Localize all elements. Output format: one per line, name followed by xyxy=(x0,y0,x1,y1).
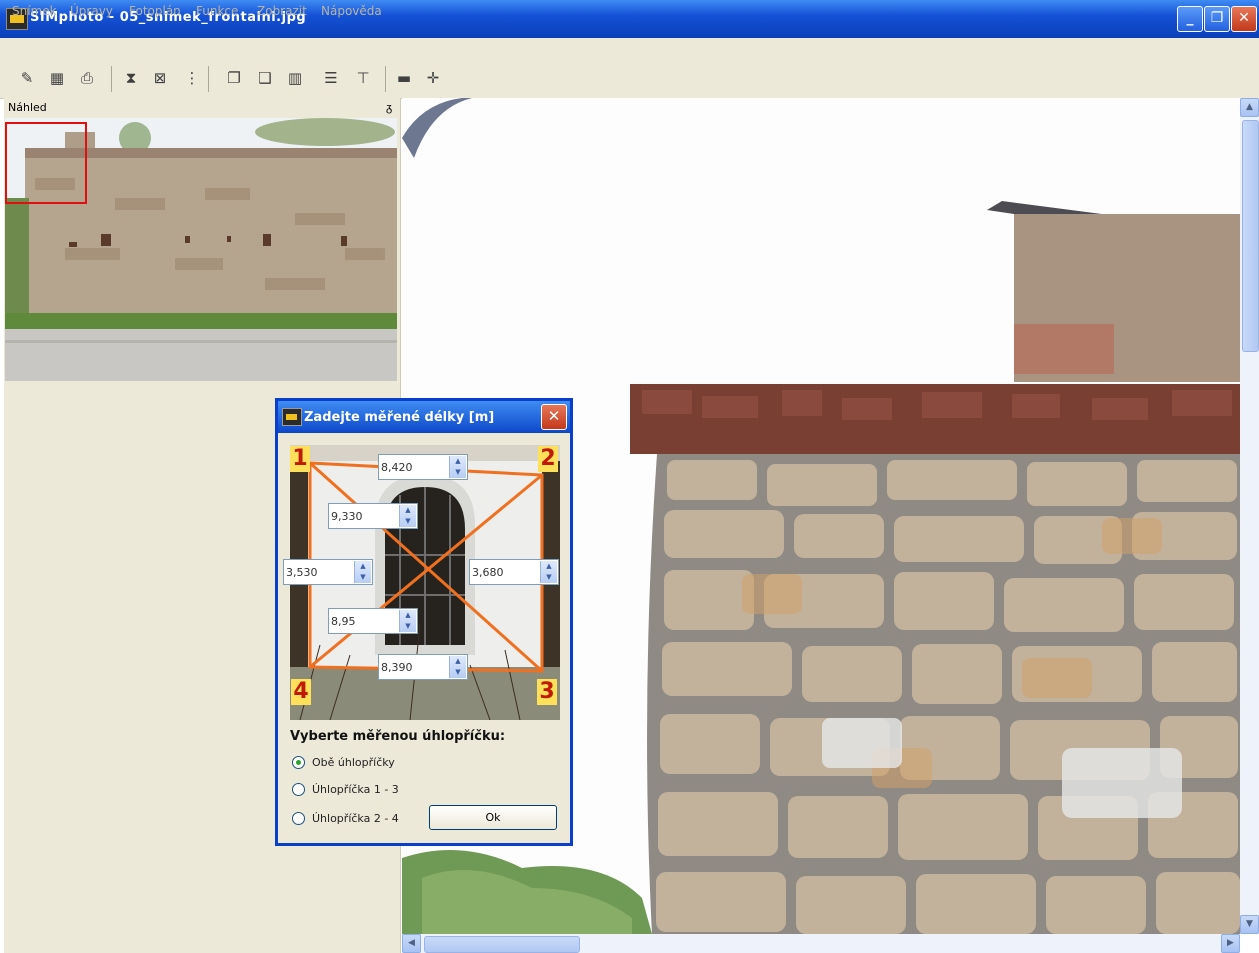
menu-snimek[interactable]: Snímek xyxy=(12,4,57,18)
save-icon[interactable]: ▦ xyxy=(48,70,66,86)
right-length-field[interactable]: ▲▼ xyxy=(469,559,559,585)
menu-fotoplan[interactable]: Fotoplán xyxy=(129,4,181,18)
bottom-length-input[interactable] xyxy=(379,655,445,679)
grid-icon[interactable]: ▥ xyxy=(286,70,304,86)
copy-icon[interactable]: ❐ xyxy=(225,70,243,86)
radio-diagonal-1-3-label[interactable]: Úhlopříčka 1 - 3 xyxy=(312,783,399,796)
corner-label-4: 4 xyxy=(291,679,311,705)
menu-napoveda[interactable]: Nápověda xyxy=(321,4,382,18)
open-icon[interactable]: ✎ xyxy=(18,70,36,86)
left-length-field[interactable]: ▲▼ xyxy=(283,559,373,585)
diagonal-2-4-input[interactable] xyxy=(329,609,395,633)
scroll-left-button[interactable]: ◀ xyxy=(402,934,421,953)
points-icon[interactable]: ⋮ xyxy=(183,70,201,86)
top-length-input[interactable] xyxy=(379,455,445,479)
scroll-down-button[interactable]: ▼ xyxy=(1240,915,1259,934)
radio-diagonal-2-4[interactable] xyxy=(292,812,305,825)
toolbar-separator xyxy=(208,66,209,92)
spinner-arrows-icon[interactable]: ▲ ▼ xyxy=(354,561,371,583)
diagonal-1-3-field[interactable]: ▲▼ xyxy=(328,503,418,529)
spinner-arrows-icon[interactable]: ▲ ▼ xyxy=(540,561,557,583)
preview-panel-title: Náhled xyxy=(8,101,47,114)
toolbar-separator xyxy=(111,66,112,92)
corner-label-1: 1 xyxy=(290,446,310,472)
dialog-close-button[interactable]: ✕ xyxy=(541,404,567,430)
print-icon[interactable]: ⎙ xyxy=(78,70,96,86)
close-button[interactable]: ✕ xyxy=(1231,6,1257,32)
left-length-input[interactable] xyxy=(284,560,350,584)
radio-both-diagonals-label[interactable]: Obě úhlopříčky xyxy=(312,756,395,769)
diagonal-question: Vyberte měřenou úhlopříčku: xyxy=(290,729,506,744)
ok-button[interactable]: Ok xyxy=(429,805,557,830)
bottom-length-field[interactable]: ▲▼ xyxy=(378,654,468,680)
corner-label-2: 2 xyxy=(538,446,558,472)
spinner-arrows-icon[interactable]: ▲ ▼ xyxy=(399,610,416,632)
horizontal-scroll-thumb[interactable] xyxy=(424,936,580,953)
corner-label-3: 3 xyxy=(537,679,557,705)
preview-viewport-selection[interactable] xyxy=(5,122,87,204)
top-length-field[interactable]: ▲▼ xyxy=(378,454,468,480)
pin-icon[interactable]: ᵹ xyxy=(386,101,392,114)
scroll-right-button[interactable]: ▶ xyxy=(1221,934,1240,953)
menu-bar xyxy=(0,38,1259,60)
radio-diagonal-2-4-label[interactable]: Úhlopříčka 2 - 4 xyxy=(312,812,399,825)
diagonal-1-3-input[interactable] xyxy=(329,504,395,528)
scroll-up-button[interactable]: ▲ xyxy=(1240,98,1259,117)
rectangle-icon[interactable]: ▬ xyxy=(395,70,413,86)
menu-funkce[interactable]: Funkce xyxy=(196,4,238,18)
toolbar-separator xyxy=(385,66,386,92)
radio-diagonal-1-3[interactable] xyxy=(292,783,305,796)
crosshair-icon[interactable]: ✛ xyxy=(424,70,442,86)
spinner-arrows-icon[interactable]: ▲ ▼ xyxy=(399,505,416,527)
dialog-app-icon xyxy=(282,408,302,426)
lines-icon[interactable]: ☰ xyxy=(322,70,340,86)
diagonal-2-4-field[interactable]: ▲▼ xyxy=(328,608,418,634)
minimize-button[interactable]: _ xyxy=(1177,6,1203,32)
hourglass-icon[interactable]: ⧗ xyxy=(122,70,140,86)
spinner-arrows-icon[interactable]: ▲ ▼ xyxy=(449,456,466,478)
transform-icon[interactable]: ⊠ xyxy=(151,70,169,86)
vertical-scrollbar[interactable]: ▲ ▼ xyxy=(1240,98,1259,934)
dialog-title: Zadejte měřené délky [m] xyxy=(304,410,495,425)
spinner-arrows-icon[interactable]: ▲ ▼ xyxy=(449,656,466,678)
measure-icon[interactable]: ⊤ xyxy=(354,70,372,86)
vertical-scroll-thumb[interactable] xyxy=(1242,120,1259,352)
menu-upravy[interactable]: Úpravy xyxy=(70,4,113,18)
radio-both-diagonals[interactable] xyxy=(292,756,305,769)
maximize-button[interactable]: ❐ xyxy=(1204,6,1230,32)
right-length-input[interactable] xyxy=(470,560,536,584)
horizontal-scrollbar[interactable]: ◀ ▶ xyxy=(402,934,1240,953)
menu-zobrazit[interactable]: Zobrazit xyxy=(257,4,307,18)
paste-icon[interactable]: ❑ xyxy=(256,70,274,86)
